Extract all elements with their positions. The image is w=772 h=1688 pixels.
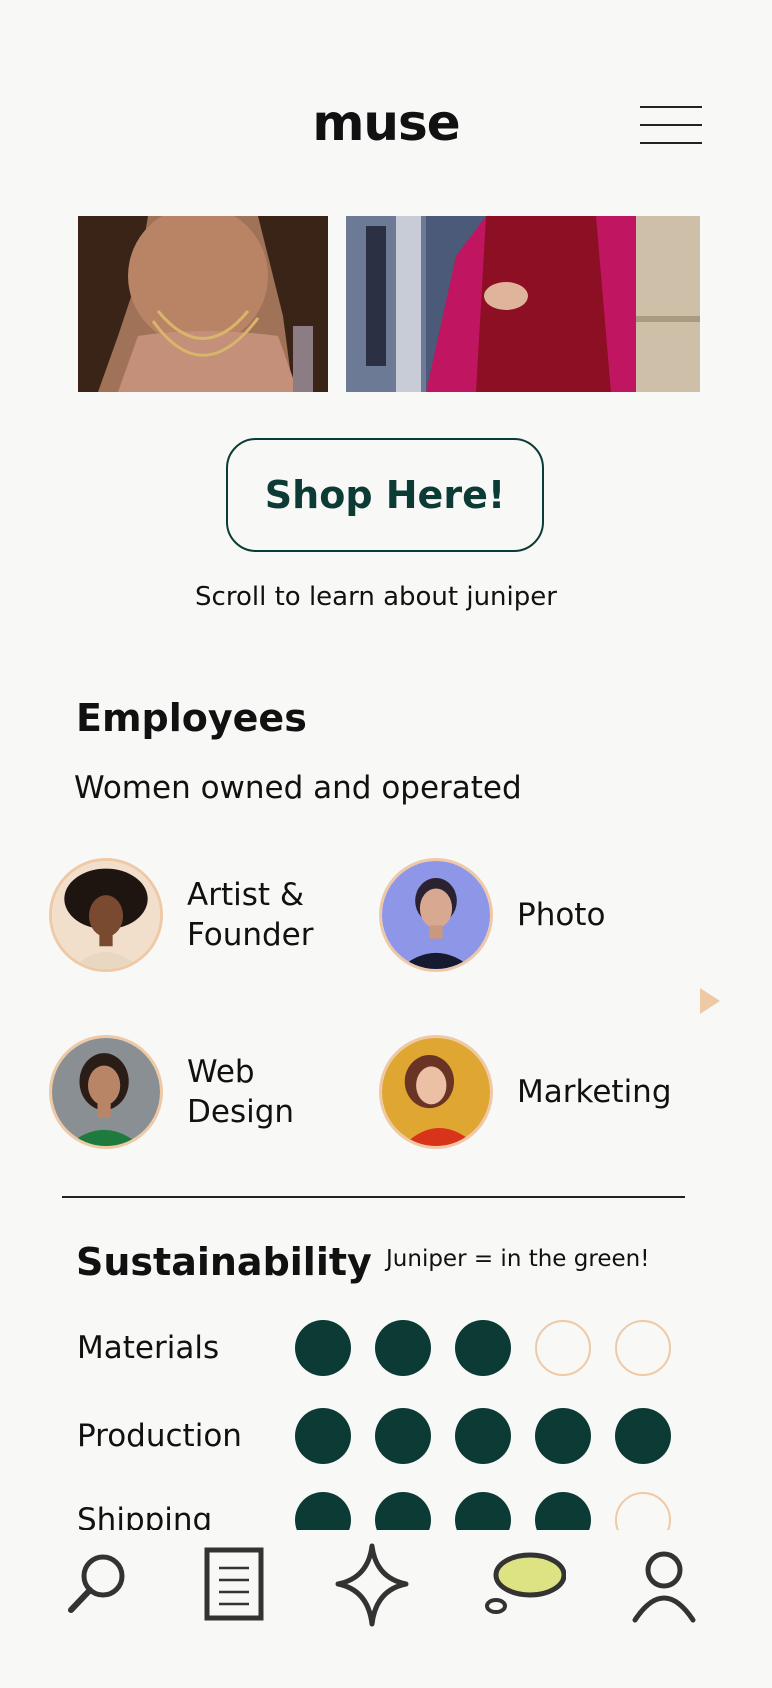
tab-discover[interactable]	[322, 1530, 422, 1640]
avatar	[49, 1035, 163, 1149]
rating-dot-filled	[295, 1408, 351, 1464]
profile-icon	[632, 1551, 696, 1623]
employee-role: Photo	[517, 897, 606, 933]
scroll-hint: Scroll to learn about juniper	[195, 582, 557, 612]
employee-role: Artist & Founder	[187, 877, 314, 953]
rating-dot-filled	[375, 1492, 431, 1530]
employee-card[interactable]: Marketing	[379, 1035, 672, 1149]
employee-card[interactable]: Artist & Founder	[49, 858, 313, 972]
rating-dot-filled	[535, 1492, 591, 1530]
employee-card[interactable]: Photo	[379, 858, 605, 972]
rating-dot-empty	[615, 1320, 671, 1376]
hamburger-menu-icon[interactable]	[640, 104, 702, 146]
avatar	[379, 858, 493, 972]
sustainability-heading: Sustainability	[76, 1240, 372, 1284]
employees-subtitle: Women owned and operated	[74, 770, 522, 806]
next-arrow-icon[interactable]	[700, 988, 720, 1014]
jewelry-photo[interactable]	[78, 216, 328, 392]
shop-here-button[interactable]: Shop Here!	[226, 438, 544, 552]
section-divider	[62, 1196, 685, 1198]
tab-profile[interactable]	[614, 1530, 714, 1640]
app-header: muse	[0, 0, 772, 200]
avatar	[379, 1035, 493, 1149]
rating-dot-filled	[615, 1408, 671, 1464]
rating-dot-filled	[455, 1492, 511, 1530]
chat-bubble-icon	[485, 1552, 566, 1614]
rating-label: Materials	[77, 1330, 220, 1366]
rating-dot-filled	[375, 1408, 431, 1464]
tab-documents[interactable]	[185, 1530, 285, 1640]
rating-dot-empty	[535, 1320, 591, 1376]
rating-dot-filled	[375, 1320, 431, 1376]
tab-search[interactable]	[48, 1530, 148, 1640]
search-icon	[68, 1554, 125, 1613]
avatar	[49, 858, 163, 972]
employee-role: Marketing	[517, 1074, 672, 1110]
sustainability-tagline: Juniper = in the green!	[386, 1246, 650, 1272]
bottom-tab-bar	[0, 1530, 772, 1688]
rating-dot-filled	[295, 1492, 351, 1530]
document-icon	[204, 1547, 264, 1621]
employees-heading: Employees	[76, 696, 307, 740]
sparkle-icon	[335, 1543, 409, 1627]
rating-row-materials: Materials	[0, 1320, 772, 1380]
rating-label: Production	[77, 1418, 242, 1454]
rating-dot-filled	[535, 1408, 591, 1464]
employee-card[interactable]: Web Design	[49, 1035, 294, 1149]
tab-messages[interactable]	[474, 1530, 574, 1640]
employee-role: Web Design	[187, 1054, 295, 1130]
rating-row-shipping: Shipping	[0, 1492, 772, 1530]
fashion-photo[interactable]	[346, 216, 700, 392]
rating-dot-empty	[615, 1492, 671, 1530]
rating-dot-filled	[455, 1408, 511, 1464]
rating-dot-filled	[455, 1320, 511, 1376]
rating-dot-filled	[295, 1320, 351, 1376]
rating-row-production: Production	[0, 1408, 772, 1468]
rating-label: Shipping	[77, 1502, 213, 1530]
